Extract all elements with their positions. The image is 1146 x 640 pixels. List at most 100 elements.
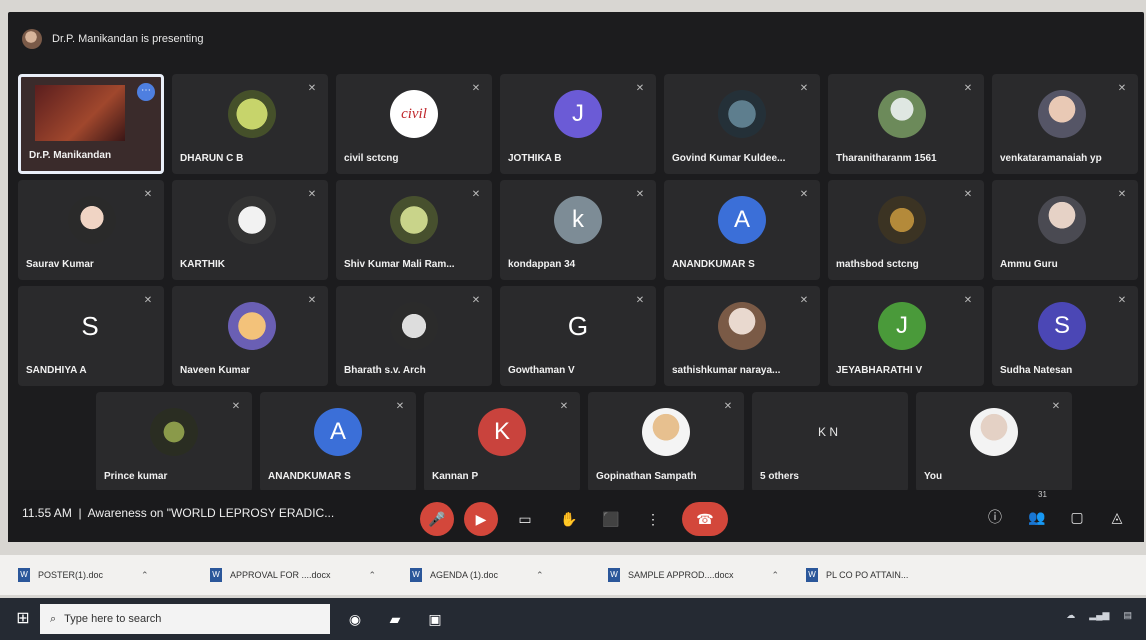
mic-muted-icon: ✕	[799, 189, 809, 200]
camera-off-icon[interactable]: ▶	[464, 502, 498, 536]
weather-icon[interactable]: ☁	[1066, 610, 1075, 621]
meeting-time: 11.55 AM	[22, 506, 72, 520]
notifications-icon[interactable]: ▤	[1123, 610, 1132, 621]
participant-avatar	[718, 302, 766, 350]
participant-tile[interactable]: ✕ mathsbod sctcng	[828, 180, 984, 280]
presentation-thumbnail	[35, 85, 125, 141]
file-explorer-icon[interactable]: ▰	[384, 608, 406, 630]
participant-tile-self[interactable]: ✕ You	[916, 392, 1072, 492]
participant-tile[interactable]: ✕ A ANANDKUMAR S	[664, 180, 820, 280]
participant-tile[interactable]: ✕ Saurav Kumar	[18, 180, 164, 280]
more-options-icon[interactable]: ⋯	[137, 83, 155, 101]
participant-name: Saurav Kumar	[26, 259, 94, 270]
download-item[interactable]: W SAMPLE APPROD....docx ⌃	[608, 567, 779, 583]
chevron-up-icon[interactable]: ⌃	[536, 570, 544, 581]
mic-muted-icon: ✕	[471, 189, 481, 200]
windows-start-icon[interactable]: ⊞	[10, 606, 36, 632]
participant-avatar	[150, 408, 198, 456]
mic-muted-icon: ✕	[307, 189, 317, 200]
participant-tile[interactable]: ✕ Tharanitharanm 1561	[828, 74, 984, 174]
others-avatars: K N	[817, 425, 838, 439]
meeting-controls-bar: 11.55 AM | Awareness on "WORLD LEPROSY E…	[8, 490, 1144, 542]
people-icon[interactable]: 👥	[1024, 504, 1050, 530]
mic-off-icon[interactable]: 🎤	[420, 502, 454, 536]
download-item[interactable]: W AGENDA (1).doc ⌃	[410, 567, 544, 583]
participant-avatar	[970, 408, 1018, 456]
participant-avatar	[390, 196, 438, 244]
participant-avatar: S	[1038, 302, 1086, 350]
participant-avatar	[1038, 90, 1086, 138]
participant-avatar: A	[314, 408, 362, 456]
info-icon[interactable]: ⓘ	[982, 504, 1008, 530]
captions-icon[interactable]: ▭	[508, 502, 542, 536]
mic-muted-icon: ✕	[307, 83, 317, 94]
chrome-icon[interactable]: ◉	[344, 608, 366, 630]
participant-avatar: G	[567, 310, 589, 341]
participant-name: Tharanitharanm 1561	[836, 153, 937, 164]
participant-name: ANANDKUMAR S	[268, 471, 351, 482]
participant-tile[interactable]: ✕ Ammu Guru	[992, 180, 1138, 280]
download-name: APPROVAL FOR ....docx	[230, 570, 331, 580]
mic-muted-icon: ✕	[395, 401, 405, 412]
doc-icon: W	[210, 568, 222, 582]
separator: |	[75, 506, 85, 520]
end-call-icon[interactable]: ☎	[682, 502, 728, 536]
download-item[interactable]: W PL CO PO ATTAIN...	[806, 567, 908, 583]
chevron-up-icon[interactable]: ⌃	[772, 570, 780, 581]
participant-tile[interactable]: ✕ K Kannan P	[424, 392, 580, 492]
participant-tile[interactable]: ✕ DHARUN C B	[172, 74, 328, 174]
participant-avatar	[68, 196, 116, 244]
more-options-icon[interactable]: ⋮	[636, 502, 670, 536]
network-icon[interactable]: ▂▄▆	[1089, 610, 1109, 621]
presenting-text: Dr.P. Manikandan is presenting	[52, 33, 204, 45]
chevron-up-icon[interactable]: ⌃	[141, 570, 149, 581]
participant-tile-presenter[interactable]: ⋯ Dr.P. Manikandan	[18, 74, 164, 174]
participant-avatar: civil	[390, 90, 438, 138]
presenter-banner: Dr.P. Manikandan is presenting	[22, 24, 203, 54]
participant-avatar	[878, 196, 926, 244]
participant-tile[interactable]: ✕ sathishkumar naraya...	[664, 286, 820, 386]
taskbar-search[interactable]: ⌕ Type here to search	[40, 604, 330, 634]
mic-muted-icon: ✕	[1117, 189, 1127, 200]
present-icon[interactable]: ⬛	[594, 502, 628, 536]
download-item[interactable]: W APPROVAL FOR ....docx ⌃	[210, 567, 376, 583]
raise-hand-icon[interactable]: ✋	[552, 502, 586, 536]
participant-tile[interactable]: ✕ Prince kumar	[96, 392, 252, 492]
download-name: AGENDA (1).doc	[430, 570, 499, 580]
meeting-title: Awareness on "WORLD LEPROSY ERADIC...	[87, 506, 335, 520]
participant-name: Bharath s.v. Arch	[344, 365, 426, 376]
word-icon[interactable]: ▣	[424, 608, 446, 630]
participant-tile-others[interactable]: K N 5 others	[752, 392, 908, 492]
participant-avatar: k	[554, 196, 602, 244]
participant-tile[interactable]: ✕ venkataramanaiah yp	[992, 74, 1138, 174]
participant-tile[interactable]: ✕ A ANANDKUMAR S	[260, 392, 416, 492]
participant-tile[interactable]: ✕ k kondappan 34	[500, 180, 656, 280]
participant-avatar: S	[81, 310, 99, 341]
people-count: 31	[1038, 490, 1047, 499]
participant-name: Prince kumar	[104, 471, 168, 482]
participant-tile[interactable]: ✕ Govind Kumar Kuldee...	[664, 74, 820, 174]
participant-tile[interactable]: ✕ civil civil sctcng	[336, 74, 492, 174]
participant-tile[interactable]: ✕ Naveen Kumar	[172, 286, 328, 386]
participant-tile[interactable]: ✕ G Gowthaman V	[500, 286, 656, 386]
participant-name: Naveen Kumar	[180, 365, 251, 376]
participant-tile[interactable]: ✕ J JOTHIKA B	[500, 74, 656, 174]
mic-muted-icon: ✕	[963, 189, 973, 200]
chat-icon[interactable]: ▢	[1064, 504, 1090, 530]
participant-tile[interactable]: ✕ Shiv Kumar Mali Ram...	[336, 180, 492, 280]
chevron-up-icon[interactable]: ⌃	[369, 570, 377, 581]
participant-name: kondappan 34	[508, 259, 576, 270]
participant-tile[interactable]: ✕ S SANDHIYA A	[18, 286, 164, 386]
participant-tile[interactable]: ✕ Gopinathan Sampath	[588, 392, 744, 492]
search-placeholder: Type here to search	[64, 613, 162, 625]
mic-muted-icon: ✕	[799, 83, 809, 94]
mic-muted-icon: ✕	[635, 295, 645, 306]
participant-tile[interactable]: ✕ J JEYABHARATHI V	[828, 286, 984, 386]
participant-tile[interactable]: ✕ Bharath s.v. Arch	[336, 286, 492, 386]
download-item[interactable]: W POSTER(1).doc ⌃	[18, 567, 149, 583]
participant-name: Gowthaman V	[508, 365, 575, 376]
participant-tile[interactable]: ✕ KARTHIK	[172, 180, 328, 280]
participant-tile[interactable]: ✕ S Sudha Natesan	[992, 286, 1138, 386]
activities-icon[interactable]: ◬	[1104, 504, 1130, 530]
meeting-info: 11.55 AM | Awareness on "WORLD LEPROSY E…	[22, 506, 334, 520]
